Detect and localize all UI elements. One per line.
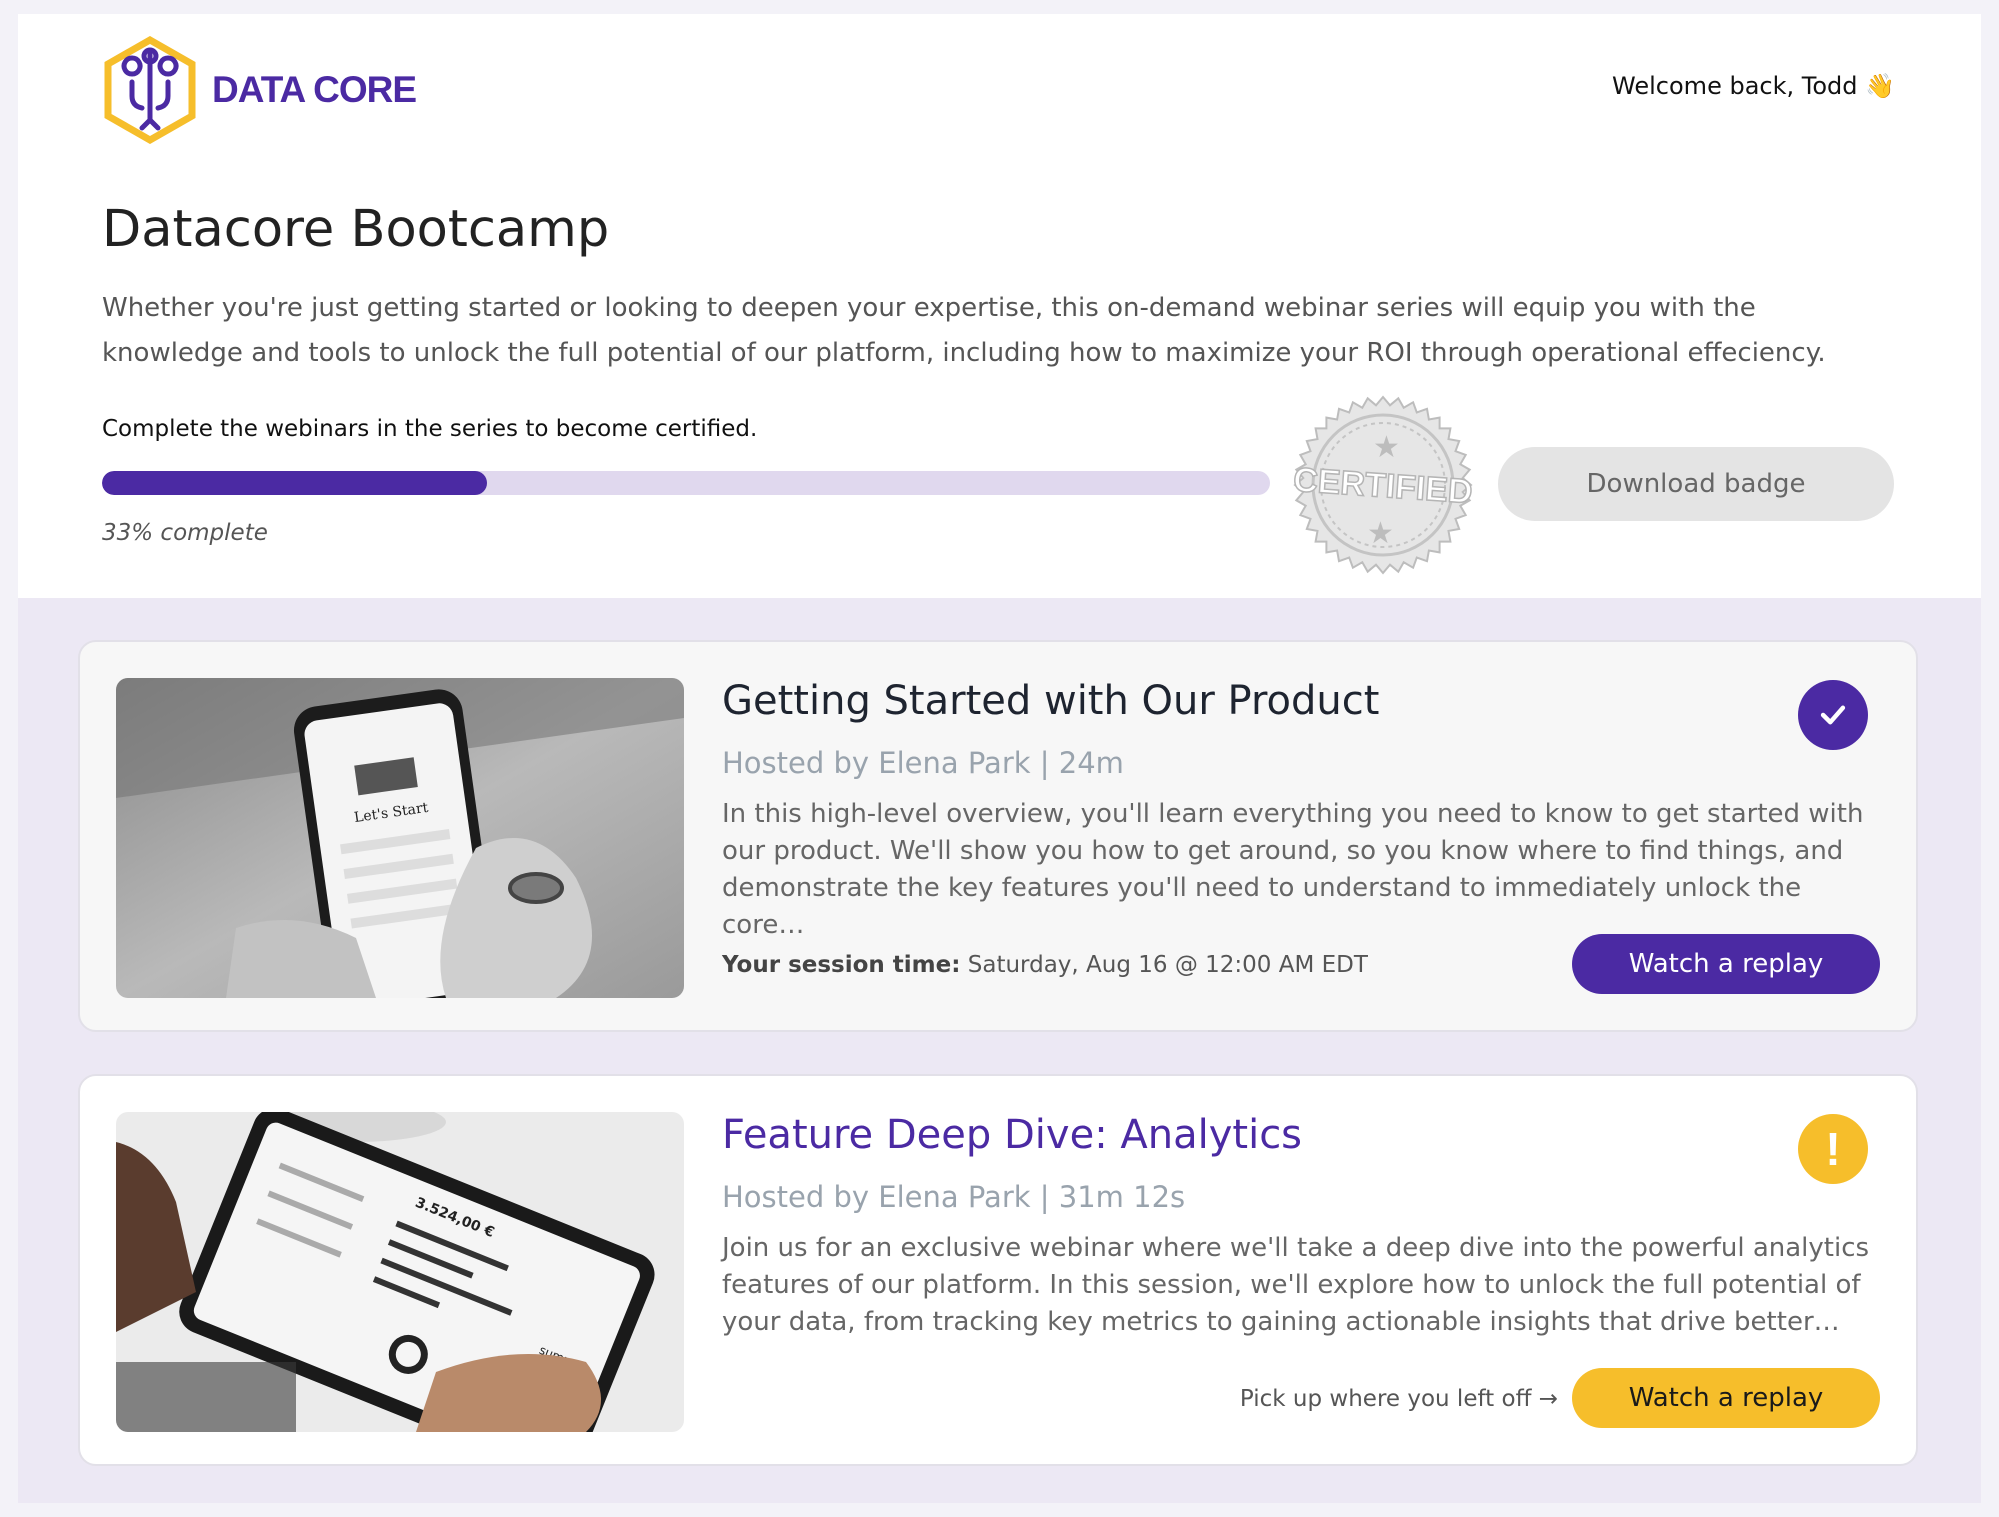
exclamation-icon: !	[1798, 1114, 1868, 1184]
tablet-photo-image: 3.524,00 € sumup	[116, 1112, 684, 1432]
check-icon	[1798, 680, 1868, 750]
webinar-description: Join us for an exclusive webinar where w…	[722, 1233, 1870, 1337]
session-time-label: Your session time:	[722, 952, 961, 978]
page-frame: DATA CORE Welcome back, Todd 👋 Datacore …	[18, 14, 1981, 1503]
webinar-title[interactable]: Getting Started with Our Product	[722, 678, 1379, 724]
webinar-meta: Hosted by Elena Park | 31m 12s	[722, 1180, 1186, 1214]
progress-label: 33% complete	[102, 520, 268, 546]
webinar-thumbnail[interactable]: Let's Start	[116, 678, 684, 998]
webinar-list: Let's Start Getting Started with Our Pro…	[18, 598, 1981, 1503]
webinar-card: 3.524,00 € sumup	[78, 1074, 1918, 1466]
datacore-logo-icon	[104, 36, 196, 144]
watch-replay-button[interactable]: Watch a replay	[1572, 934, 1880, 994]
status-glyph: !	[1825, 1123, 1841, 1175]
page-title: Datacore Bootcamp	[102, 200, 610, 259]
session-time: Your session time: Saturday, Aug 16 @ 12…	[722, 952, 1368, 978]
session-time-value: Saturday, Aug 16 @ 12:00 AM EDT	[967, 952, 1368, 978]
webinar-card: Let's Start Getting Started with Our Pro…	[78, 640, 1918, 1032]
phone-photo-image: Let's Start	[116, 678, 684, 998]
svg-text:★: ★	[1367, 516, 1394, 551]
webinar-description: In this high-level overview, you'll lear…	[722, 799, 1864, 940]
logo-text: DATA CORE	[212, 69, 417, 110]
svg-text:★: ★	[1373, 430, 1400, 465]
welcome-message: Welcome back, Todd 👋	[1612, 72, 1895, 100]
progress-bar-fill	[102, 471, 488, 495]
webinar-thumbnail[interactable]: 3.524,00 € sumup	[116, 1112, 684, 1432]
page-header: DATA CORE Welcome back, Todd 👋 Datacore …	[18, 14, 1981, 598]
certification-instruction: Complete the webinars in the series to b…	[102, 416, 758, 442]
watch-replay-button[interactable]: Watch a replay	[1572, 1368, 1880, 1428]
progress-bar	[102, 471, 1270, 495]
resume-hint: Pick up where you left off →	[1239, 1386, 1558, 1412]
download-badge-button[interactable]: Download badge	[1498, 447, 1894, 521]
certified-stamp-icon: ★ ★ CERTIFIED	[1292, 395, 1474, 575]
webinar-meta: Hosted by Elena Park | 24m	[722, 746, 1124, 780]
page-description: Whether you're just getting started or l…	[102, 293, 1826, 368]
logo[interactable]: DATA CORE	[102, 36, 417, 144]
webinar-title[interactable]: Feature Deep Dive: Analytics	[722, 1112, 1302, 1158]
